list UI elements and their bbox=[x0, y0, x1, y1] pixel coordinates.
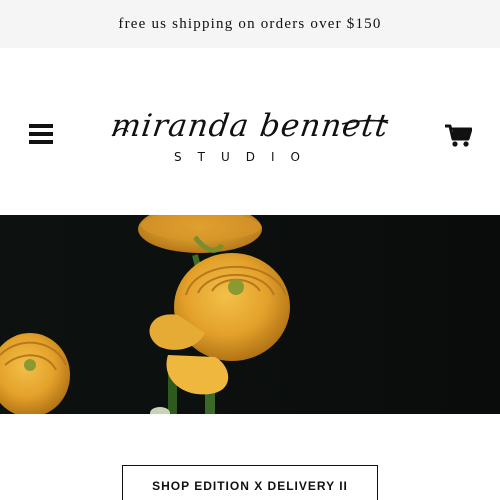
site-header: miranda bennett STUDIO bbox=[0, 48, 500, 215]
logo-swash bbox=[111, 119, 389, 137]
logo-subtitle: STUDIO bbox=[174, 150, 316, 164]
shop-edition-button[interactable]: SHOP EDITION X DELIVERY II bbox=[122, 465, 378, 500]
announcement-text: free us shipping on orders over $150 bbox=[118, 15, 382, 32]
hero-image bbox=[0, 215, 500, 414]
announcement-bar: free us shipping on orders over $150 bbox=[0, 0, 500, 48]
flowers-illustration bbox=[0, 215, 500, 414]
shop-edition-label: SHOP EDITION X DELIVERY II bbox=[152, 479, 348, 493]
logo[interactable]: miranda bennett STUDIO bbox=[109, 106, 391, 168]
shopping-cart-icon[interactable] bbox=[444, 123, 473, 149]
hamburger-menu-icon[interactable] bbox=[29, 124, 53, 144]
